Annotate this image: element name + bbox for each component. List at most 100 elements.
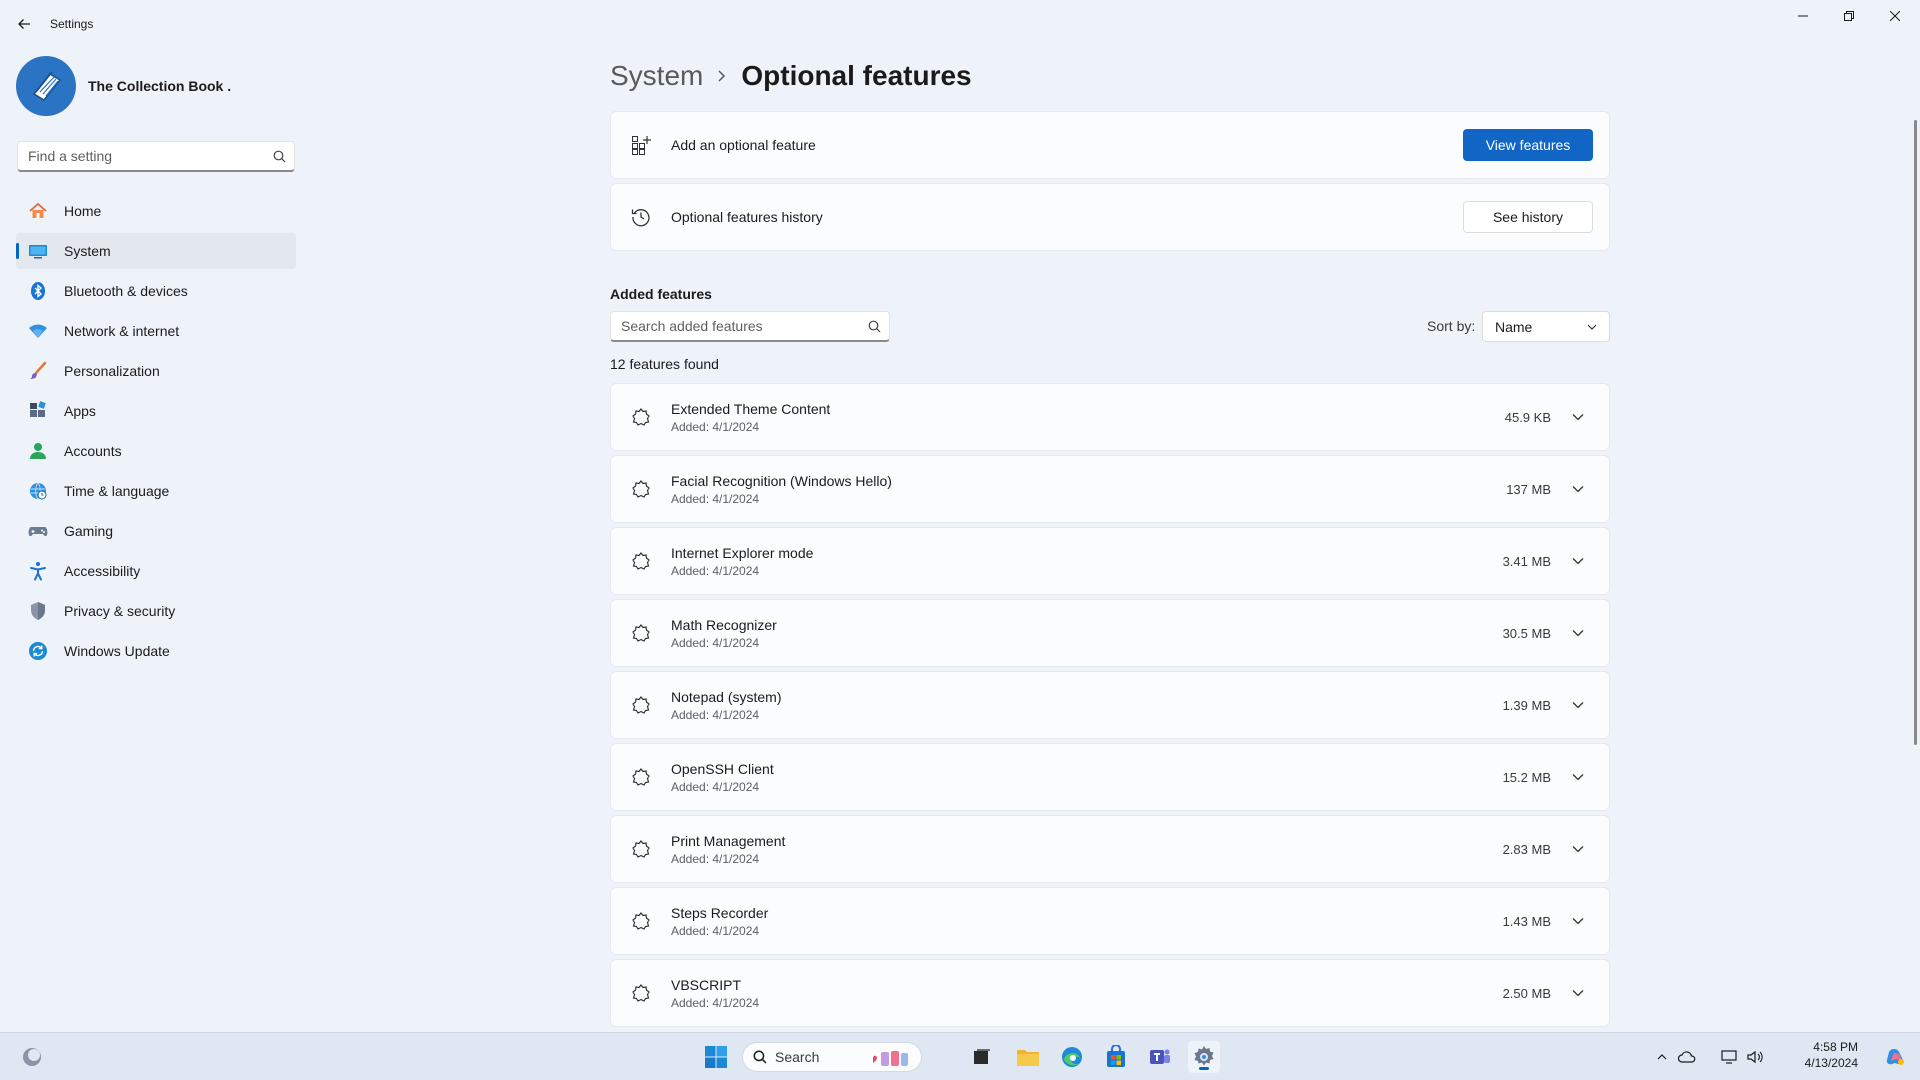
feature-name: Facial Recognition (Windows Hello) — [671, 472, 892, 489]
sidebar-item-home[interactable]: Home — [16, 193, 296, 229]
network-status-button[interactable] — [1676, 1041, 1698, 1073]
edge-button[interactable] — [1056, 1041, 1088, 1073]
notification-button[interactable] — [1880, 1041, 1912, 1073]
clock[interactable]: 4:58 PM 4/13/2024 — [1770, 1039, 1858, 1071]
feature-row[interactable]: VBSCRIPT Added: 4/1/2024 2.50 MB — [610, 959, 1610, 1027]
user-profile[interactable]: The Collection Book . — [16, 56, 231, 116]
volume-button[interactable] — [1744, 1041, 1766, 1073]
chevron-down-icon[interactable] — [1565, 692, 1591, 718]
sidebar-item-label: Personalization — [64, 363, 160, 379]
find-setting-input[interactable] — [18, 148, 264, 164]
sidebar-item-bluetooth[interactable]: Bluetooth & devices — [16, 273, 296, 309]
folder-icon — [1017, 1050, 1039, 1066]
feature-row[interactable]: Print Management Added: 4/1/2024 2.83 MB — [610, 815, 1610, 883]
feature-text: Internet Explorer mode Added: 4/1/2024 — [671, 545, 1503, 578]
feature-date: Added: 4/1/2024 — [671, 635, 760, 650]
puzzle-gear-icon — [629, 477, 653, 501]
puzzle-gear-icon — [629, 981, 653, 1005]
breadcrumb-parent-link[interactable]: System — [610, 60, 703, 92]
sort-by-dropdown[interactable]: Name — [1482, 311, 1610, 342]
teams-button[interactable] — [1144, 1041, 1176, 1073]
sidebar-item-gaming[interactable]: Gaming — [16, 513, 296, 549]
feature-row[interactable]: Math Recognizer Added: 4/1/2024 30.5 MB — [610, 599, 1610, 667]
search-icon — [264, 150, 294, 163]
page-title: Optional features — [741, 60, 972, 91]
chevron-down-icon[interactable] — [1565, 620, 1591, 646]
back-button[interactable] — [10, 10, 38, 38]
sidebar-item-windows-update[interactable]: Windows Update — [16, 633, 296, 669]
chevron-down-icon[interactable] — [1565, 908, 1591, 934]
find-setting-search[interactable] — [17, 141, 295, 172]
feature-text: OpenSSH Client Added: 4/1/2024 — [671, 761, 1503, 794]
chevron-down-icon[interactable] — [1565, 836, 1591, 862]
added-features-search[interactable] — [610, 311, 890, 342]
chevron-down-icon[interactable] — [1565, 980, 1591, 1006]
features-found-count: 12 features found — [610, 356, 719, 372]
microsoft-store-button[interactable] — [1100, 1041, 1132, 1073]
sidebar-item-network[interactable]: Network & internet — [16, 313, 296, 349]
sidebar-item-label: Apps — [64, 403, 96, 419]
sidebar-item-accessibility[interactable]: Accessibility — [16, 553, 296, 589]
puzzle-gear-icon — [629, 693, 653, 717]
sidebar-item-system[interactable]: System — [16, 233, 296, 269]
feature-row[interactable]: Steps Recorder Added: 4/1/2024 1.43 MB — [610, 887, 1610, 955]
chevron-down-icon[interactable] — [1565, 764, 1591, 790]
sidebar-item-label: Privacy & security — [64, 603, 176, 619]
feature-name: Notepad (system) — [671, 688, 782, 705]
chevron-up-icon — [1657, 1054, 1667, 1060]
chevron-down-icon[interactable] — [1565, 548, 1591, 574]
chevron-down-icon[interactable] — [1565, 404, 1591, 430]
sidebar-item-time-language[interactable]: Time & language — [16, 473, 296, 509]
gear-icon — [1194, 1046, 1214, 1066]
feature-row[interactable]: Notepad (system) Added: 4/1/2024 1.39 MB — [610, 671, 1610, 739]
copilot-icon — [1886, 1049, 1904, 1065]
settings-taskbar-button[interactable] — [1188, 1041, 1220, 1073]
feature-row[interactable]: OpenSSH Client Added: 4/1/2024 15.2 MB — [610, 743, 1610, 811]
start-button[interactable] — [700, 1041, 732, 1073]
feature-row[interactable]: Facial Recognition (Windows Hello) Added… — [610, 455, 1610, 523]
feature-text: Steps Recorder Added: 4/1/2024 — [671, 905, 1503, 938]
sidebar-item-personalization[interactable]: Personalization — [16, 353, 296, 389]
feature-size: 1.43 MB — [1502, 913, 1551, 929]
view-features-button[interactable]: View features — [1463, 129, 1593, 161]
gamepad-icon — [26, 519, 50, 543]
sidebar-item-label: System — [64, 243, 111, 259]
feature-size: 2.50 MB — [1502, 985, 1551, 1001]
display-icon — [1721, 1050, 1737, 1064]
sidebar-item-label: Network & internet — [64, 323, 180, 339]
accessibility-icon — [26, 559, 50, 583]
restore-button[interactable] — [1826, 0, 1872, 32]
task-view-icon — [974, 1049, 990, 1064]
teams-icon — [1150, 1049, 1170, 1064]
see-history-button[interactable]: See history — [1463, 201, 1593, 233]
widgets-button[interactable] — [16, 1041, 48, 1073]
feature-text: Math Recognizer Added: 4/1/2024 — [671, 617, 1503, 650]
sort-by-value: Name — [1495, 318, 1533, 335]
restore-icon — [1844, 11, 1854, 21]
home-icon — [26, 199, 50, 223]
puzzle-gear-icon — [629, 621, 653, 645]
search-highlight-icon — [869, 1048, 911, 1068]
chevron-down-icon[interactable] — [1565, 476, 1591, 502]
sidebar-item-privacy[interactable]: Privacy & security — [16, 593, 296, 629]
added-features-search-input[interactable] — [611, 318, 859, 334]
added-features-heading: Added features — [610, 286, 712, 302]
taskbar-search[interactable]: Search — [742, 1042, 922, 1072]
close-button[interactable] — [1872, 0, 1918, 32]
feature-row[interactable]: Extended Theme Content Added: 4/1/2024 4… — [610, 383, 1610, 451]
scrollbar[interactable] — [1914, 120, 1917, 745]
sidebar-item-apps[interactable]: Apps — [16, 393, 296, 429]
feature-text: Facial Recognition (Windows Hello) Added… — [671, 473, 1506, 506]
puzzle-gear-icon — [629, 549, 653, 573]
file-explorer-button[interactable] — [1012, 1041, 1044, 1073]
show-hidden-icons-button[interactable] — [1652, 1041, 1672, 1073]
task-view-button[interactable] — [966, 1041, 998, 1073]
feature-row[interactable]: Internet Explorer mode Added: 4/1/2024 3… — [610, 527, 1610, 595]
feature-name: OpenSSH Client — [671, 760, 774, 777]
feature-text: Print Management Added: 4/1/2024 — [671, 833, 1503, 866]
minimize-button[interactable] — [1780, 0, 1826, 32]
added-features-list: Extended Theme Content Added: 4/1/2024 4… — [610, 383, 1610, 1031]
display-status-button[interactable] — [1718, 1041, 1740, 1073]
sidebar-item-accounts[interactable]: Accounts — [16, 433, 296, 469]
update-icon — [26, 639, 50, 663]
